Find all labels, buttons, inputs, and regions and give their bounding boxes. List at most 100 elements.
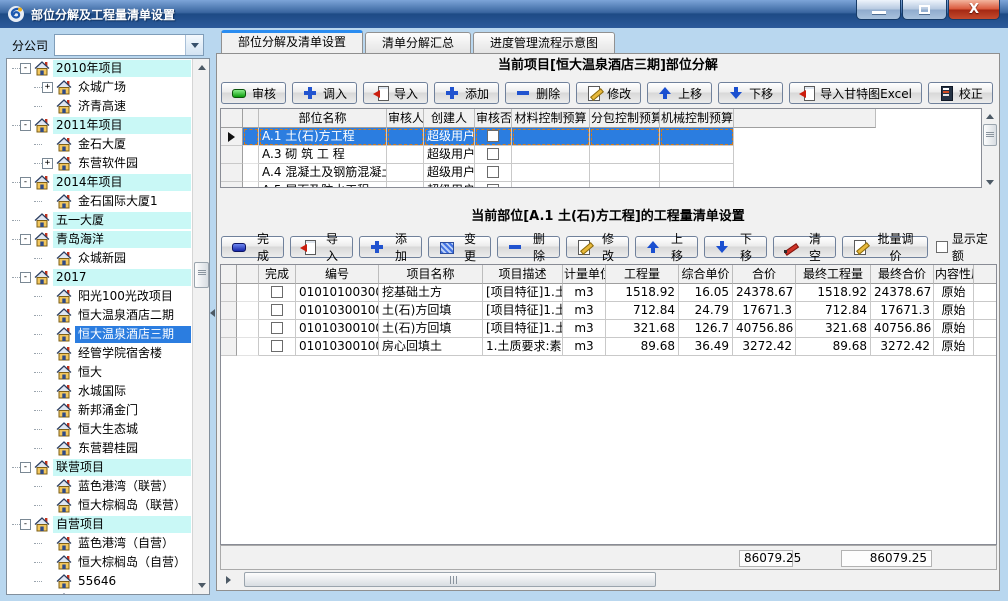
tree-expand-expand-icon[interactable]: + <box>42 82 53 93</box>
tree-item[interactable]: 阳光100光改项目 <box>8 287 191 306</box>
tree-item[interactable]: +东营软件园 <box>8 154 191 173</box>
add-button[interactable]: 添加 <box>434 82 499 104</box>
modify-button[interactable]: 修改 <box>566 236 629 258</box>
table-row[interactable]: 010103001002土(石)方回填[项目特征]1.土m3321.68126.… <box>221 320 997 338</box>
parts-scrollbar-thumb[interactable] <box>983 124 997 146</box>
tree-item[interactable]: -青岛海洋 <box>8 230 191 249</box>
tree-item[interactable]: +众城广场 <box>8 78 191 97</box>
tree-item[interactable]: 济青高速 <box>8 97 191 116</box>
tree-item-partial[interactable] <box>8 591 191 594</box>
review-checkbox[interactable] <box>487 184 499 188</box>
tab-2[interactable]: 清单分解汇总 <box>365 32 471 53</box>
review-checkbox[interactable] <box>487 130 499 142</box>
call-in-button[interactable]: 调入 <box>292 82 357 104</box>
add-button[interactable]: 添加 <box>359 236 422 258</box>
tree-item[interactable]: 众城新园 <box>8 249 191 268</box>
tree-expand-collapse-icon[interactable]: - <box>20 234 31 245</box>
review-checkbox[interactable] <box>487 166 499 178</box>
import-gantt-excel-button[interactable]: 导入甘特图Excel <box>789 82 922 104</box>
modify-button[interactable]: 修改 <box>576 82 641 104</box>
tree-item[interactable]: 恒大温泉酒店三期 <box>8 325 191 344</box>
tree-item[interactable]: 蓝色港湾（联营） <box>8 477 191 496</box>
review-button[interactable]: 审核 <box>221 82 286 104</box>
table-row[interactable]: 010101003001挖基础土方[项目特征]1.土m31518.9216.05… <box>221 284 997 302</box>
batch-price-button[interactable]: 批量调价 <box>842 236 928 258</box>
tree-item-label: 恒大温泉酒店三期 <box>75 326 191 343</box>
tree-item[interactable]: 恒大棕榈岛（联营） <box>8 496 191 515</box>
finish-checkbox[interactable] <box>271 322 283 334</box>
change-button[interactable]: 变更 <box>428 236 491 258</box>
tree-vertical-scrollbar[interactable] <box>192 59 209 594</box>
tree-item-label: 2010年项目 <box>53 60 191 77</box>
maximize-button[interactable] <box>902 0 947 20</box>
finish-checkbox[interactable] <box>271 340 283 352</box>
show-quota-checkbox[interactable] <box>936 241 948 253</box>
tree-item[interactable]: 金石大厦 <box>8 135 191 154</box>
minimize-button[interactable] <box>856 0 901 20</box>
branch-combobox[interactable] <box>54 34 204 56</box>
horizontal-scrollbar[interactable] <box>220 571 997 588</box>
branch-combobox-dropdown-button[interactable] <box>185 35 203 55</box>
parts-grid-vertical-scrollbar[interactable] <box>982 108 998 191</box>
tree-item[interactable]: 金石国际大厦1 <box>8 192 191 211</box>
tree-scrollbar-thumb[interactable] <box>194 262 209 288</box>
table-row[interactable]: 010103001003房心回填土1.土质要求:素m389.6836.49327… <box>221 338 997 356</box>
tree-expand-collapse-icon[interactable]: - <box>20 120 31 131</box>
clear-button[interactable]: 清空 <box>773 236 836 258</box>
close-button[interactable]: X <box>948 0 1000 20</box>
tree-item[interactable]: 水城国际 <box>8 382 191 401</box>
tree-item[interactable]: 东营碧桂园 <box>8 439 191 458</box>
show-quota-option[interactable]: 显示定额 <box>936 230 997 264</box>
tree-item[interactable]: -2014年项目 <box>8 173 191 192</box>
finish-button[interactable]: 完成 <box>221 236 284 258</box>
tab-3[interactable]: 进度管理流程示意图 <box>473 32 615 53</box>
tree-expand-collapse-icon[interactable]: - <box>20 177 31 188</box>
tree-item[interactable]: 经管学院宿舍楼 <box>8 344 191 363</box>
finish-checkbox[interactable] <box>271 304 283 316</box>
tree-item[interactable]: -2017 <box>8 268 191 287</box>
table-row[interactable]: A.4 混凝土及钢筋混凝土超级用户 <box>221 164 734 182</box>
scroll-down-button[interactable] <box>193 577 210 594</box>
hscroll-thumb[interactable] <box>244 572 656 587</box>
table-row[interactable]: A.5 屋面及防水工程超级用户 <box>221 182 734 188</box>
title-bar[interactable]: 部位分解及工程量清单设置 X <box>0 0 1008 28</box>
tree-expand-collapse-icon[interactable]: - <box>20 462 31 473</box>
scroll-up-button[interactable] <box>193 59 210 76</box>
import-button[interactable]: 导入 <box>290 236 353 258</box>
tree-item[interactable]: -2011年项目 <box>8 116 191 135</box>
move-up-button[interactable]: 上移 <box>635 236 698 258</box>
scroll-right-button[interactable] <box>220 571 237 588</box>
scroll-up-button[interactable] <box>982 108 998 125</box>
move-down-button[interactable]: 下移 <box>718 82 783 104</box>
import-button[interactable]: 导入 <box>363 82 428 104</box>
table-row[interactable]: A.3 砌 筑 工 程超级用户 <box>221 146 734 164</box>
finish-checkbox[interactable] <box>271 286 283 298</box>
home-icon <box>34 61 50 76</box>
move-down-button[interactable]: 下移 <box>704 236 767 258</box>
splitter-collapse-arrow-icon[interactable] <box>210 309 215 317</box>
tree-item[interactable]: - 2010年项目 <box>8 59 191 78</box>
tab-1[interactable]: 部位分解及清单设置 <box>221 30 363 53</box>
tree-item[interactable]: 五一大厦 <box>8 211 191 230</box>
scroll-down-button[interactable] <box>982 174 998 191</box>
tree-item[interactable]: -自营项目 <box>8 515 191 534</box>
tree-item[interactable]: 恒大棕榈岛（自营） <box>8 553 191 572</box>
tree-item[interactable]: -联营项目 <box>8 458 191 477</box>
delete-button[interactable]: 删除 <box>497 236 560 258</box>
tree-expand-expand-icon[interactable]: + <box>42 158 53 169</box>
tree-item[interactable]: 恒大温泉酒店二期 <box>8 306 191 325</box>
tree-item[interactable]: 恒大 <box>8 363 191 382</box>
table-row[interactable]: A.1 土(石)方工程超级用户 <box>221 128 734 146</box>
calibrate-button[interactable]: 校正 <box>928 82 993 104</box>
move-up-button[interactable]: 上移 <box>647 82 712 104</box>
table-row[interactable]: 010103001001土(石)方回填[项目特征]1.土m3712.8424.7… <box>221 302 997 320</box>
tree-item[interactable]: 新邦涌金门 <box>8 401 191 420</box>
review-checkbox[interactable] <box>487 148 499 160</box>
tree-item[interactable]: 恒大生态城 <box>8 420 191 439</box>
tree-item[interactable]: 55646 <box>8 572 191 591</box>
tree-expand-collapse-icon[interactable]: - <box>20 519 31 530</box>
tree-expand-collapse-icon[interactable]: - <box>20 272 31 283</box>
tree-item[interactable]: 蓝色港湾（自营） <box>8 534 191 553</box>
delete-button[interactable]: 删除 <box>505 82 570 104</box>
tree-expand-collapse-icon[interactable]: - <box>20 63 31 74</box>
